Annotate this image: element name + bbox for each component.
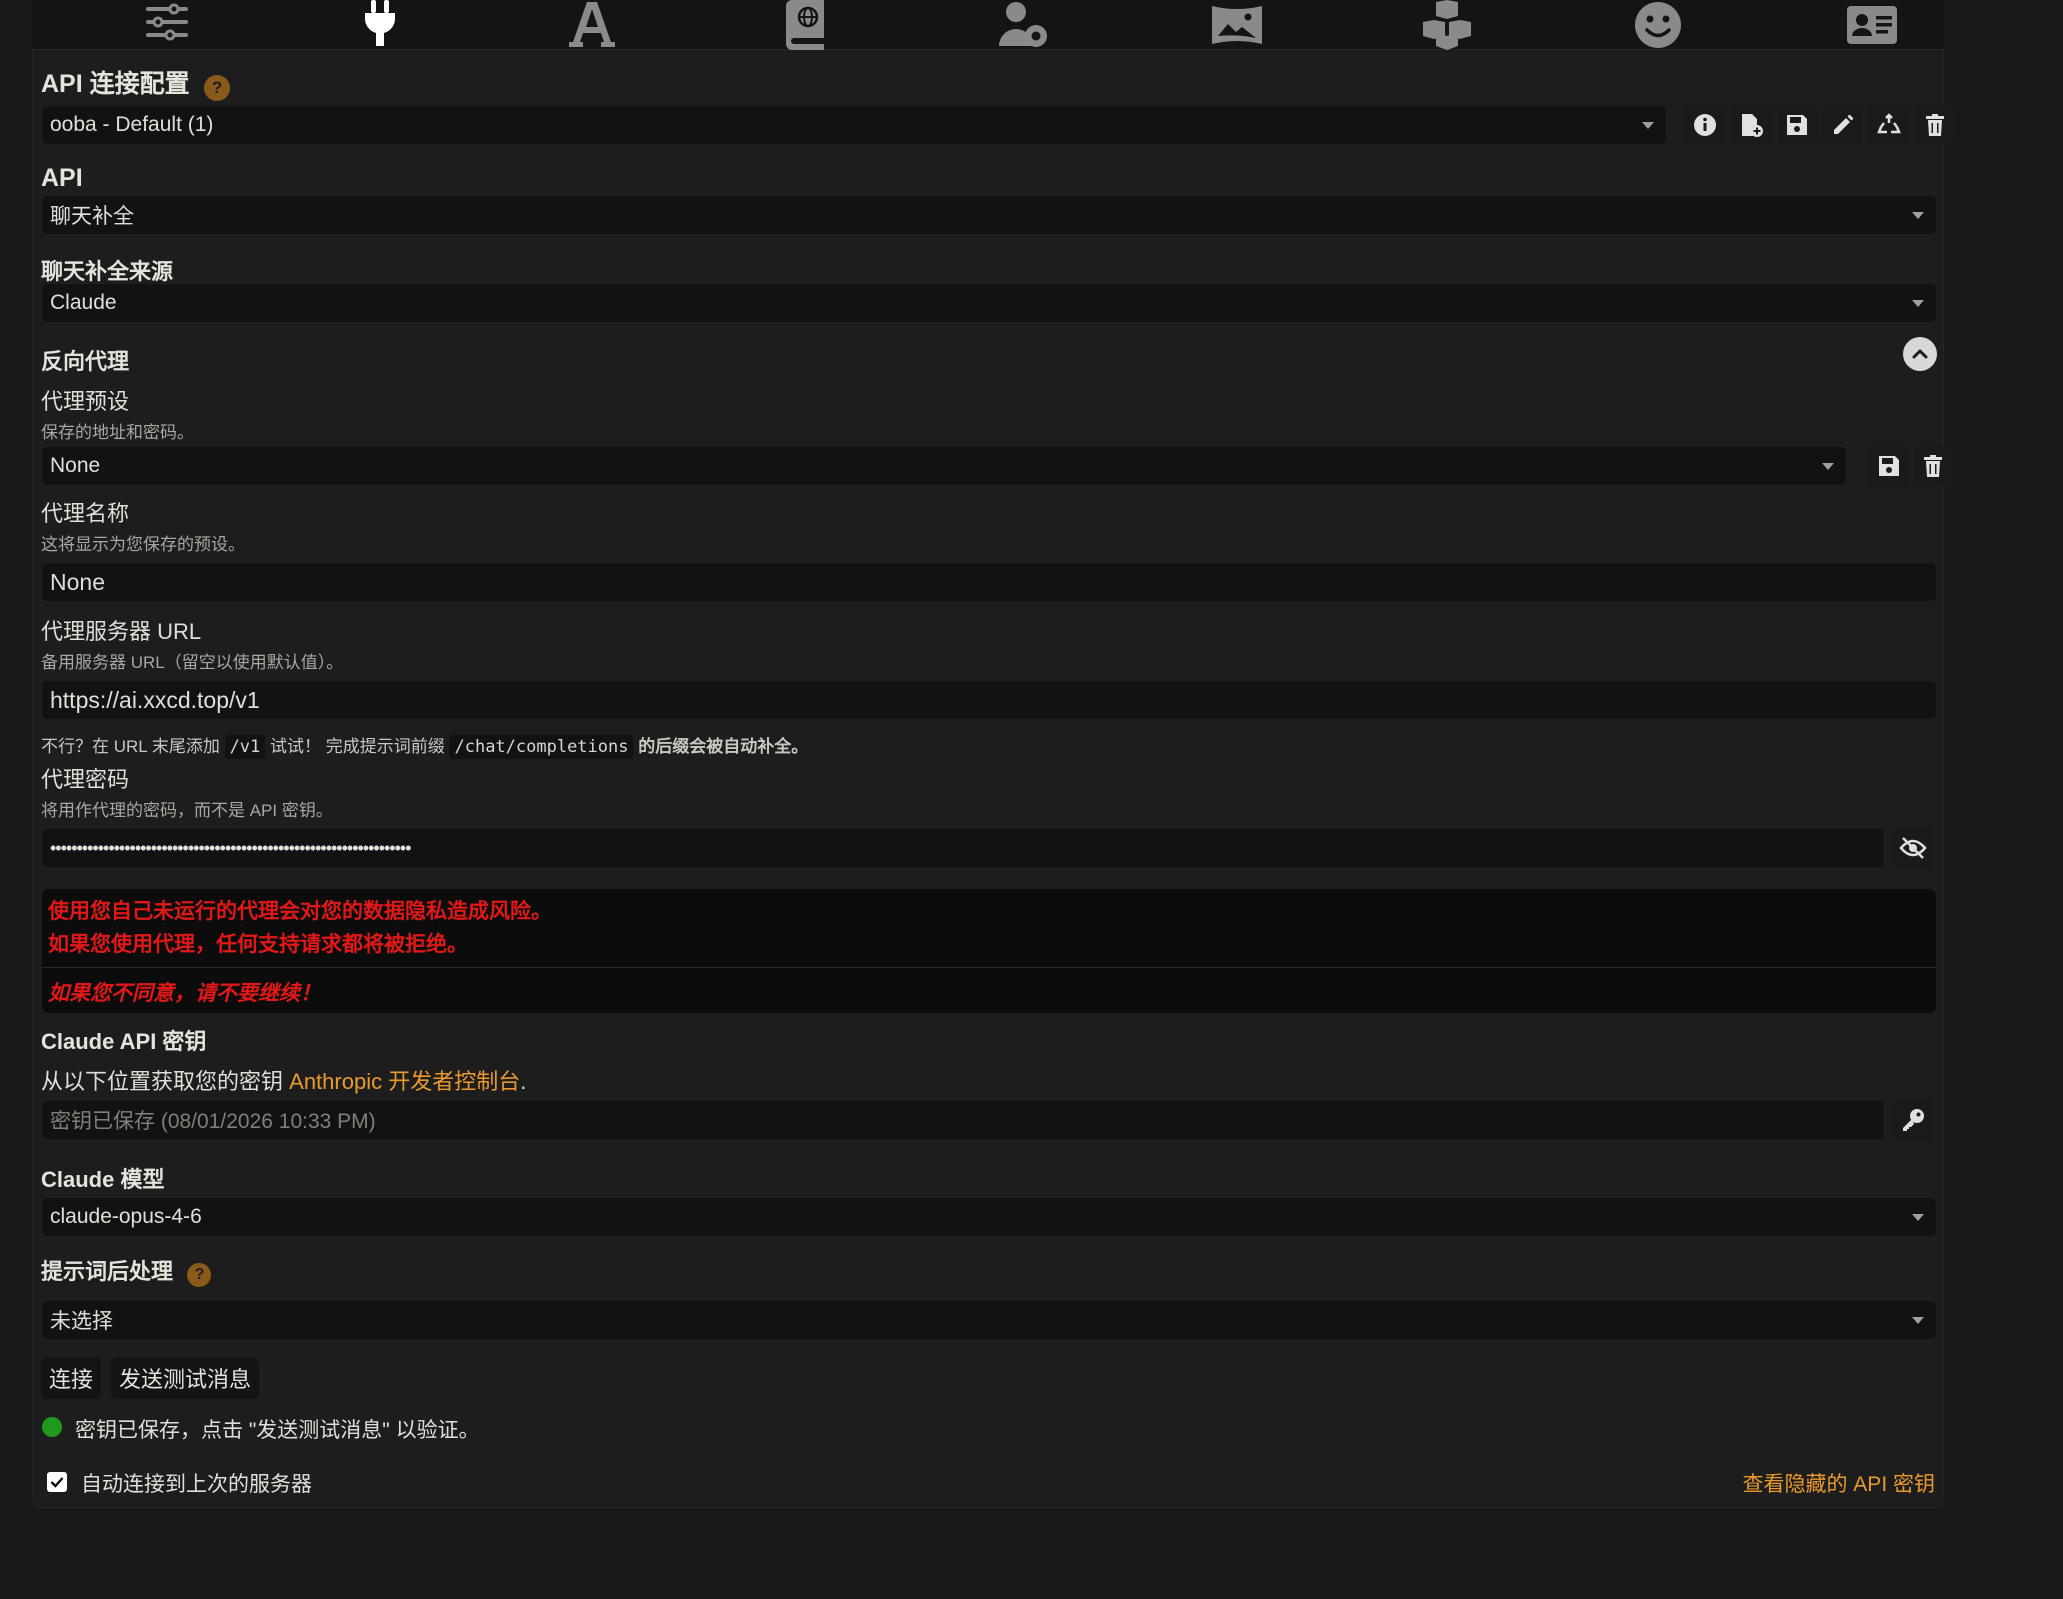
proxy-url-label: 代理服务器 URL: [41, 619, 202, 644]
note-text: 试试！ 完成提示词前缀: [270, 737, 445, 756]
status-indicator-dot: [42, 1417, 62, 1437]
key-icon: [1903, 1109, 1924, 1131]
proxy-name-hint: 这将显示为您保存的预设。: [41, 535, 245, 554]
api-title: API: [41, 164, 83, 192]
note-code-chat-completions: /chat/completions: [449, 735, 634, 759]
font-icon[interactable]: [562, 0, 622, 50]
proxy-preset-delete-button[interactable]: [1913, 446, 1953, 486]
connection-profile-select[interactable]: ooba - Default (1): [41, 105, 1667, 145]
proxy-password-hint: 将用作代理的密码，而不是 API 密钥。: [41, 801, 333, 820]
auto-connect-checkbox[interactable]: [47, 1472, 67, 1492]
chat-source-value: Claude: [50, 291, 117, 314]
proxy-preset-save-button[interactable]: [1869, 446, 1909, 486]
proxy-url-hint: 备用服务器 URL（留空以使用默认值）。: [41, 653, 344, 672]
floppy-disk-icon: [1787, 115, 1807, 135]
chevron-down-icon: [1912, 212, 1924, 219]
toggle-password-button[interactable]: [1893, 828, 1933, 868]
post-processing-heading: 提示词后处理 ?: [41, 1254, 212, 1287]
post-processing-title: 提示词后处理: [41, 1259, 174, 1284]
info-icon: [1694, 114, 1716, 136]
trash-icon: [1924, 455, 1942, 477]
proxy-preset-select[interactable]: None: [41, 446, 1847, 486]
warning-line-3: 如果您不同意，请不要继续！: [48, 982, 321, 1005]
claude-key-desc-suffix: .: [520, 1069, 527, 1094]
file-plus-icon: [1742, 114, 1763, 137]
collapse-button[interactable]: [1903, 337, 1937, 371]
claude-key-input[interactable]: 密钥已保存 (08/01/2026 10:33 PM): [41, 1100, 1885, 1140]
api-value: 聊天补全: [50, 205, 134, 228]
claude-model-select[interactable]: claude-opus-4-6: [41, 1197, 1937, 1237]
proxy-name-label: 代理名称: [41, 501, 130, 526]
eye-slash-icon: [1899, 837, 1927, 859]
connection-profile-title: API 连接配置: [41, 70, 190, 98]
warning-line-1: 使用您自己未运行的代理会对您的数据隐私造成风险。: [48, 900, 552, 923]
chevron-down-icon: [1912, 1214, 1924, 1221]
proxy-url-input[interactable]: https://ai.xxcd.top/v1: [41, 680, 1937, 720]
book-globe-icon[interactable]: [778, 0, 838, 50]
connection-profile-value: ooba - Default (1): [50, 113, 214, 136]
profile-new-button[interactable]: [1731, 105, 1771, 145]
chevron-down-icon: [1912, 300, 1924, 307]
api-connections-panel: API 连接配置 ? ooba - Default (1) API 聊天补全 聊…: [32, 50, 1955, 1508]
sliders-icon[interactable]: [137, 0, 197, 50]
id-card-icon[interactable]: [1842, 0, 1902, 50]
trash-icon: [1926, 114, 1944, 136]
checkmark-icon: [50, 1477, 64, 1488]
floppy-disk-icon: [1879, 456, 1899, 476]
chat-source-select[interactable]: Claude: [41, 283, 1937, 323]
profile-info-button[interactable]: [1685, 105, 1725, 145]
profile-delete-button[interactable]: [1915, 105, 1955, 145]
view-hidden-keys-link[interactable]: 查看隐藏的 API 密钥: [1742, 1468, 1935, 1498]
warning-line-2: 如果您使用代理，任何支持请求都将被拒绝。: [48, 933, 468, 956]
chevron-down-icon: [1912, 1317, 1924, 1324]
profile-rename-button[interactable]: [1823, 105, 1863, 145]
send-test-message-button[interactable]: 发送测试消息: [111, 1357, 260, 1399]
help-icon[interactable]: ?: [187, 1262, 212, 1287]
warning-divider: [42, 967, 1936, 968]
auto-connect-label: 自动连接到上次的服务器: [81, 1473, 312, 1496]
claude-key-title: Claude API 密钥: [41, 1029, 207, 1054]
anthropic-console-link[interactable]: Anthropic 开发者控制台: [289, 1069, 520, 1094]
proxy-warning-box: 使用您自己未运行的代理会对您的数据隐私造成风险。 如果您使用代理，任何支持请求都…: [41, 888, 1937, 1014]
user-cog-icon[interactable]: [994, 0, 1054, 50]
reverse-proxy-title: 反向代理: [41, 349, 130, 374]
proxy-password-label: 代理密码: [41, 767, 130, 792]
proxy-password-input[interactable]: ••••••••••••••••••••••••••••••••••••••••…: [41, 828, 1885, 868]
note-code-v1: /v1: [224, 735, 266, 759]
claude-key-desc-text: 从以下位置获取您的密钥: [41, 1069, 284, 1094]
claude-model-title: Claude 模型: [41, 1167, 165, 1192]
chat-source-title: 聊天补全来源: [41, 259, 174, 284]
top-navigation-bar: [32, 0, 1944, 50]
proxy-name-input[interactable]: None: [41, 562, 1937, 602]
manage-keys-button[interactable]: [1893, 1100, 1933, 1140]
profile-save-button[interactable]: [1777, 105, 1817, 145]
claude-key-description: 从以下位置获取您的密钥 Anthropic 开发者控制台.: [41, 1064, 526, 1096]
connect-button[interactable]: 连接: [41, 1357, 102, 1399]
proxy-preset-value: None: [50, 454, 101, 477]
recycle-icon: [1877, 113, 1901, 134]
proxy-preset-label: 代理预设: [41, 389, 130, 414]
note-text: 不行？在 URL 末尾添加: [41, 737, 220, 756]
smile-icon[interactable]: [1628, 0, 1688, 50]
profile-reload-button[interactable]: [1869, 105, 1909, 145]
pencil-icon: [1834, 114, 1854, 134]
chevron-down-icon: [1642, 122, 1654, 129]
proxy-preset-hint: 保存的地址和密码。: [41, 423, 194, 442]
connection-profile-heading: API 连接配置 ?: [41, 64, 231, 101]
post-processing-value: 未选择: [50, 1310, 113, 1333]
image-icon[interactable]: [1207, 0, 1267, 50]
chevron-down-icon: [1822, 463, 1834, 470]
cubes-icon[interactable]: [1417, 0, 1477, 50]
post-processing-select[interactable]: 未选择: [41, 1300, 1937, 1340]
status-text: 密钥已保存，点击 "发送测试消息" 以验证。: [75, 1419, 480, 1442]
chevron-up-icon: [1912, 349, 1928, 359]
proxy-url-note: 不行？在 URL 末尾添加 /v1 试试！ 完成提示词前缀 /chat/comp…: [41, 732, 809, 759]
note-text: 的后缀会被自动补全。: [638, 737, 809, 756]
claude-model-value: claude-opus-4-6: [50, 1205, 202, 1228]
help-icon[interactable]: ?: [204, 74, 231, 101]
plug-icon[interactable]: [350, 0, 410, 50]
api-select[interactable]: 聊天补全: [41, 195, 1937, 235]
